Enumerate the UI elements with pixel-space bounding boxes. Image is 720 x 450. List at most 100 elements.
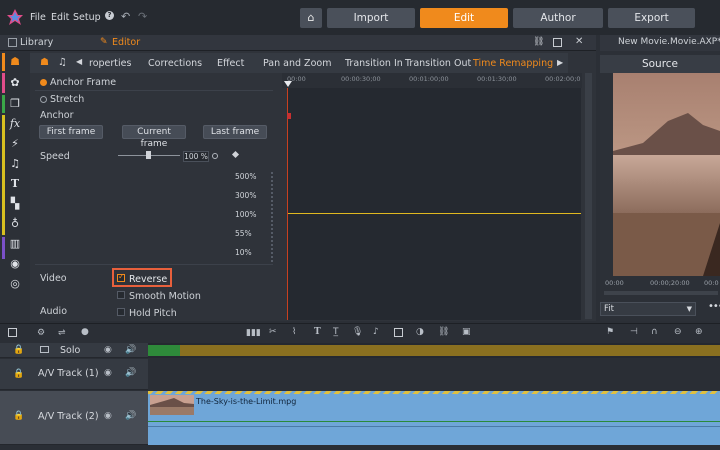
storyboard-icon[interactable]: ● xyxy=(81,327,89,337)
lock-icon[interactable]: 🔒 xyxy=(13,345,24,355)
home-button[interactable]: ⌂ xyxy=(300,8,322,28)
fx-icon[interactable]: fx xyxy=(8,117,22,131)
track-header-av1[interactable]: 🔒 A/V Track (1) ◉ 🔊 xyxy=(0,359,148,390)
speaker-icon[interactable]: 🔊 xyxy=(125,411,136,421)
tab-transition-in[interactable]: Transition In xyxy=(345,58,403,69)
title-tool-icon[interactable]: T xyxy=(314,327,321,337)
av1-track-lane[interactable] xyxy=(148,359,720,390)
menu-setup[interactable]: Setup xyxy=(73,12,101,23)
import-button[interactable]: Import xyxy=(327,8,415,28)
tab-corrections[interactable]: Corrections xyxy=(148,58,202,69)
graph-scrollbar[interactable] xyxy=(585,73,592,319)
music-icon[interactable]: ♫ xyxy=(8,157,22,171)
help-icon[interactable]: ? xyxy=(105,11,114,20)
eye-icon[interactable]: ◉ xyxy=(104,345,112,355)
graph-ruler[interactable]: 00:00 00:00:30;00 00:01:00;00 00:01:30;0… xyxy=(282,73,582,88)
smooth-motion-checkbox[interactable] xyxy=(117,291,125,299)
speaker-icon[interactable]: 🔊 xyxy=(125,368,136,378)
music-tab-icon[interactable]: ♫ xyxy=(58,57,67,68)
magnet-icon[interactable]: ∩ xyxy=(651,327,658,337)
menu-file[interactable]: File xyxy=(30,12,46,23)
speed-slider-thumb[interactable] xyxy=(146,151,151,159)
speaker-icon[interactable]: 🔊 xyxy=(125,345,136,355)
trim-icon[interactable]: ⊣ xyxy=(630,327,638,337)
window-icon[interactable] xyxy=(553,38,562,47)
layers-icon[interactable]: ❐ xyxy=(8,97,22,111)
subtitle-icon[interactable]: T̲ xyxy=(333,327,339,337)
marker-icon[interactable]: ⚑ xyxy=(606,327,614,337)
eye-icon[interactable]: ◉ xyxy=(104,368,112,378)
clip-icon[interactable]: ☗ xyxy=(8,55,22,69)
voiceover-icon[interactable]: 🎙 xyxy=(352,327,363,337)
motion-icon[interactable]: ♁ xyxy=(8,217,22,231)
author-button[interactable]: Author xyxy=(513,8,603,28)
editor-tab[interactable]: Editor xyxy=(112,37,140,48)
zoom-select[interactable]: Fit ▼ xyxy=(600,302,696,316)
current-frame-button[interactable]: Current frame xyxy=(122,125,186,149)
track-options-icon[interactable]: ⇌ xyxy=(58,328,66,338)
stretch-option[interactable]: Stretch xyxy=(40,94,84,105)
video-clip[interactable]: The-Sky-is-the-Limit.mpg xyxy=(148,391,720,445)
track-header-solo[interactable]: 🔒 Solo ◉ 🔊 xyxy=(0,343,148,358)
split-icon[interactable]: ✂ xyxy=(269,327,277,337)
mixer-icon[interactable]: ▮▮▮ xyxy=(246,328,261,338)
eye-icon[interactable]: ◉ xyxy=(104,411,112,421)
hold-pitch-checkbox[interactable] xyxy=(117,308,125,316)
preview-scrubber[interactable] xyxy=(604,291,718,295)
clip-volume-line[interactable] xyxy=(148,421,720,422)
zoom-out-icon[interactable]: ⊖ xyxy=(674,327,682,337)
stretch-radio[interactable] xyxy=(40,96,47,103)
reset-speed-icon[interactable] xyxy=(212,153,218,159)
tab-pan-zoom[interactable]: Pan and Zoom xyxy=(263,58,331,69)
speed-line[interactable] xyxy=(288,213,581,214)
first-frame-button[interactable]: First frame xyxy=(39,125,103,139)
palette-icon[interactable]: ✿ xyxy=(8,76,22,90)
anchor-frame-option[interactable]: Anchor Frame xyxy=(40,77,116,88)
redo-icon[interactable]: ↷ xyxy=(138,10,147,23)
scroll-left-icon[interactable]: ◀ xyxy=(76,57,82,66)
export-frame-icon[interactable]: ▣ xyxy=(462,327,471,337)
montage-icon[interactable]: ▚ xyxy=(8,197,22,211)
monitor-icon[interactable] xyxy=(40,346,49,353)
razor-icon[interactable]: ⌇ xyxy=(292,327,296,337)
export-button[interactable]: Export xyxy=(608,8,695,28)
lock-icon[interactable]: 🔒 xyxy=(13,411,24,421)
tab-time-remapping[interactable]: Time Remapping xyxy=(473,58,553,69)
color-icon[interactable]: ◑ xyxy=(416,327,424,337)
keyboard-icon[interactable]: ▥ xyxy=(8,237,22,251)
panel-splitter[interactable] xyxy=(271,172,273,262)
tab-transition-out[interactable]: Transition Out xyxy=(405,58,471,69)
close-icon[interactable]: ✕ xyxy=(575,36,583,47)
disc-icon[interactable]: ◎ xyxy=(8,277,22,291)
anchor-frame-radio[interactable] xyxy=(40,79,47,86)
link-icon[interactable]: ⛓ xyxy=(533,37,544,47)
transition-icon[interactable]: ⚡ xyxy=(8,137,22,151)
audio-wave-icon[interactable]: ◉ xyxy=(8,257,22,271)
edit-button[interactable]: Edit xyxy=(420,8,508,28)
link-tool-icon[interactable]: ⛓ xyxy=(438,327,449,337)
reverse-checkbox[interactable]: ✓ xyxy=(117,272,125,282)
more-icon[interactable]: ••• xyxy=(708,301,720,312)
clip-tab-icon[interactable]: ☗ xyxy=(40,57,49,68)
scroll-right-icon[interactable]: ▶ xyxy=(557,58,563,67)
frame-icon[interactable] xyxy=(394,328,403,337)
source-label[interactable]: Source xyxy=(600,55,720,73)
undo-icon[interactable]: ↶ xyxy=(121,10,130,23)
speed-value-field[interactable]: 100 % xyxy=(183,151,209,162)
playhead-marker[interactable] xyxy=(284,81,292,87)
tab-effect[interactable]: Effect xyxy=(217,58,244,69)
track-header-av2[interactable]: 🔒 A/V Track (2) ◉ 🔊 xyxy=(0,391,148,445)
last-frame-button[interactable]: Last frame xyxy=(203,125,267,139)
menu-edit[interactable]: Edit xyxy=(51,12,69,23)
settings-icon[interactable]: ⚙ xyxy=(37,328,45,338)
lock-icon[interactable]: 🔒 xyxy=(13,369,24,379)
tab-properties[interactable]: roperties xyxy=(89,58,131,69)
library-tab[interactable]: Library xyxy=(20,37,53,48)
layout-icon[interactable] xyxy=(8,328,17,337)
title-icon[interactable]: T xyxy=(8,177,22,191)
audio-tool-icon[interactable]: ♪ xyxy=(373,327,379,337)
speed-graph[interactable] xyxy=(287,88,581,320)
track-name-solo: Solo xyxy=(60,345,81,356)
zoom-in-icon[interactable]: ⊕ xyxy=(695,327,703,337)
stripe-pink xyxy=(2,73,5,93)
